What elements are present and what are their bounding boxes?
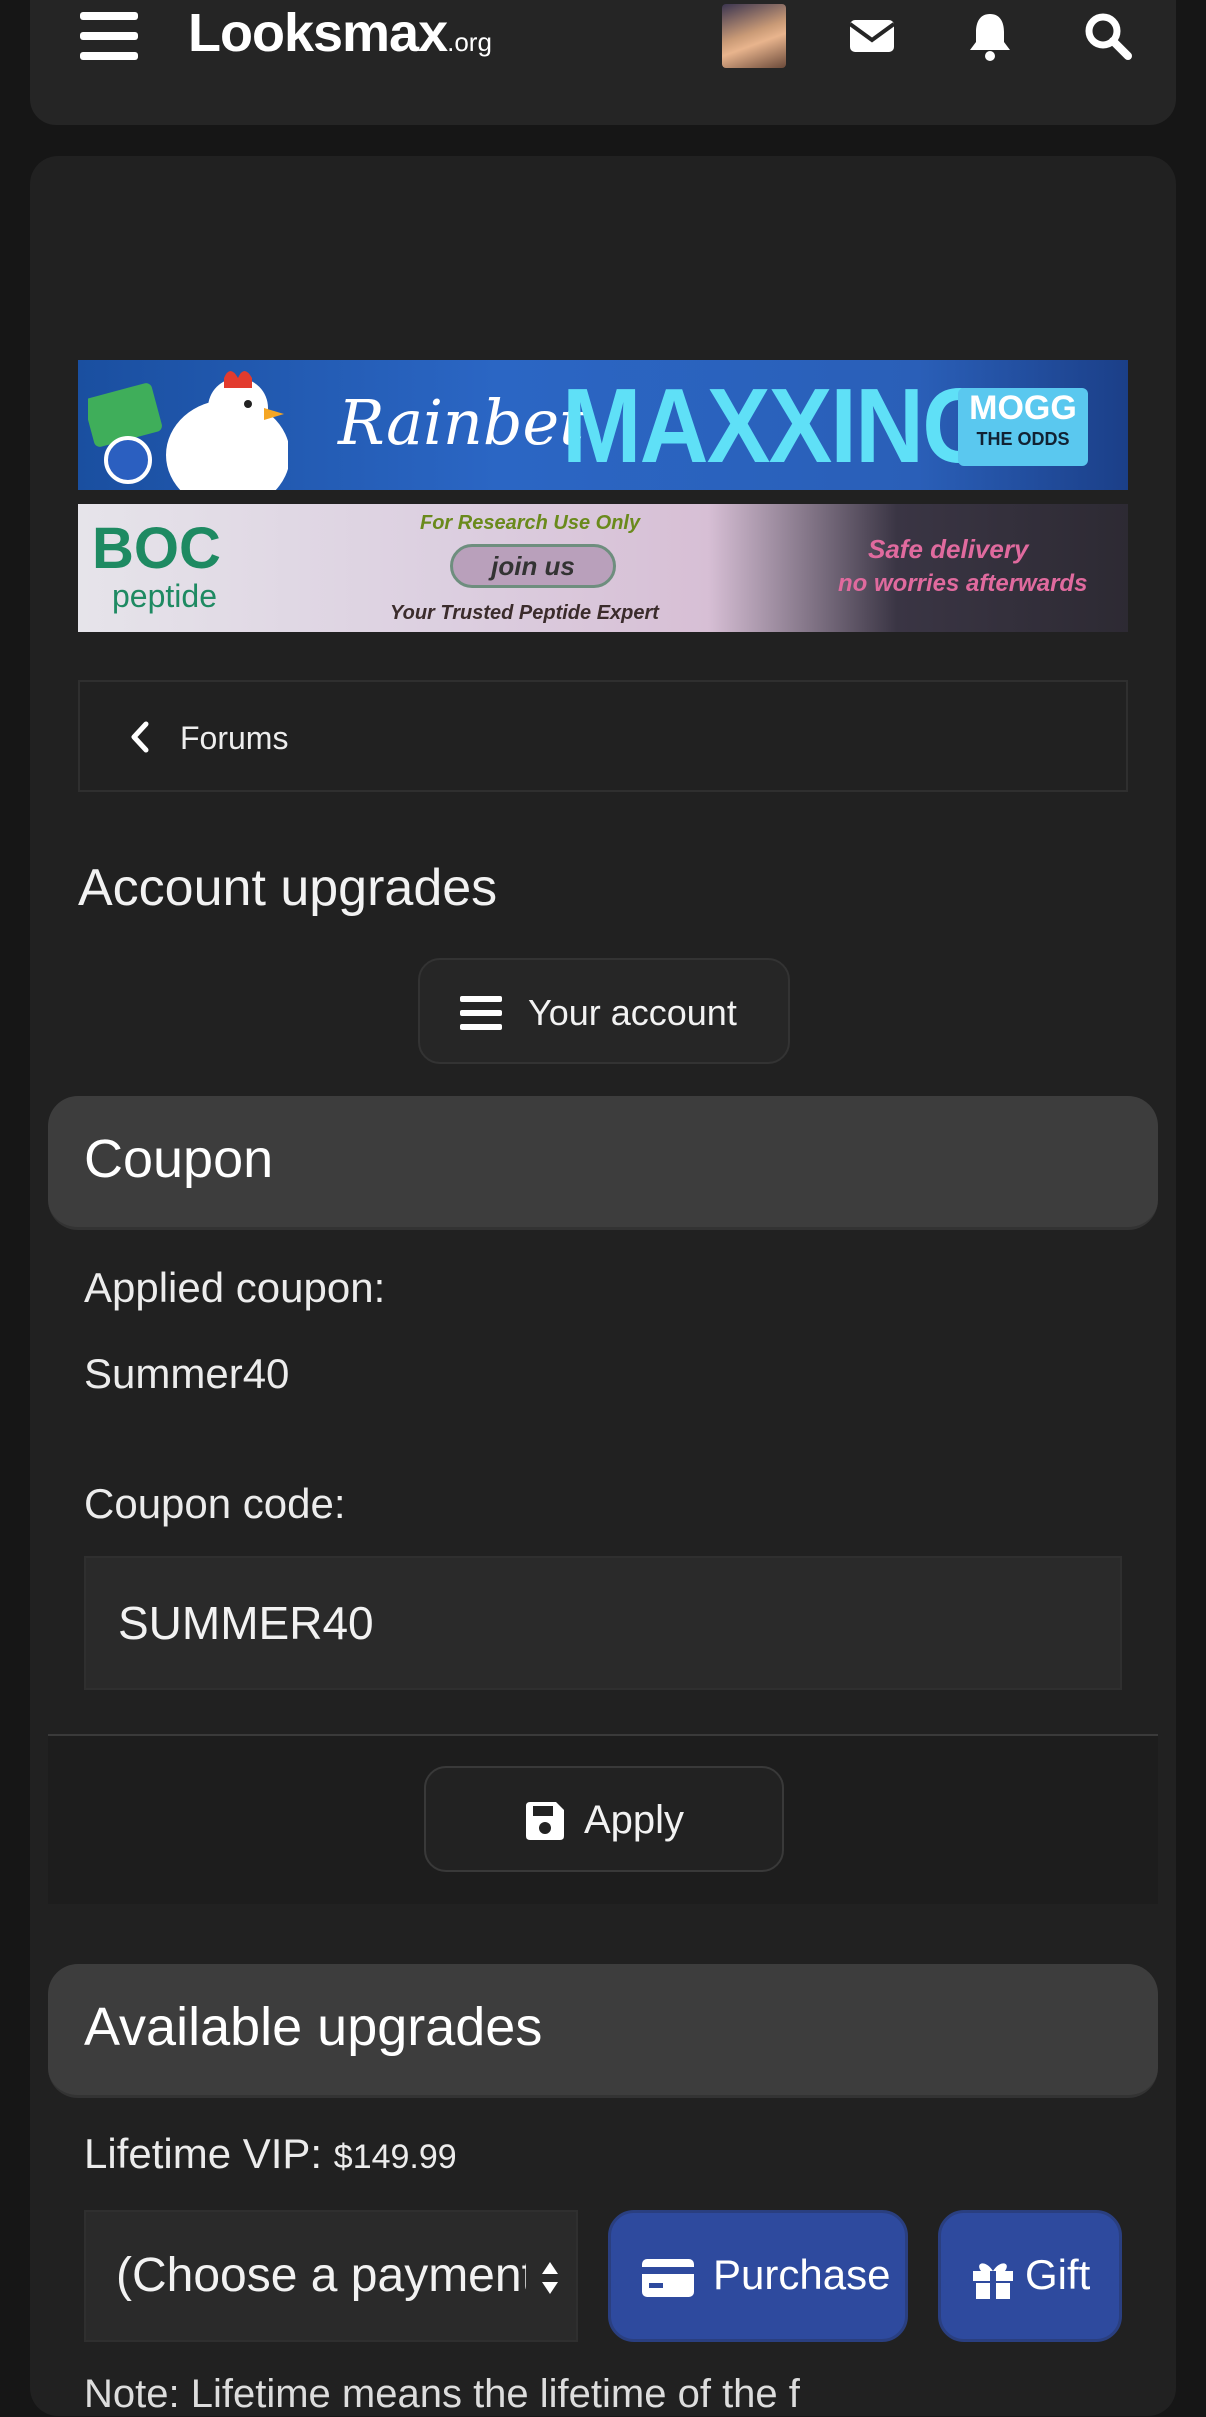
boc-worries: no worries afterwards (838, 570, 1088, 597)
purchase-label: Purchase (713, 2251, 891, 2298)
envelope-icon[interactable] (842, 6, 902, 66)
bell-icon[interactable] (960, 6, 1020, 66)
gift-icon (973, 2263, 1013, 2299)
save-icon (526, 1802, 564, 1840)
boc-safe-delivery: Safe delivery (868, 534, 1029, 564)
purchase-button[interactable]: Purchase (608, 2210, 908, 2342)
chevron-left-icon (131, 721, 149, 753)
menu-icon[interactable] (80, 12, 138, 62)
page-title: Account upgrades (78, 859, 498, 917)
upgrade-price: $149.99 (333, 2138, 457, 2176)
coupon-heading: Coupon (84, 1129, 274, 1189)
rainbet-brand: Rainbet (338, 386, 585, 459)
upgrades-heading: Available upgrades (84, 1997, 543, 2057)
your-account-label: Your account (528, 992, 737, 1033)
rainbet-badge-line1: MOGG (969, 389, 1077, 427)
applied-coupon-value: Summer40 (84, 1350, 290, 1397)
chicken-mascot-icon (88, 371, 288, 490)
boc-peptide-ad-banner[interactable]: BOC peptide For Research Use Only join u… (78, 504, 1128, 632)
boc-tagline: Your Trusted Peptide Expert (390, 602, 659, 624)
search-icon[interactable] (1078, 6, 1138, 66)
breadcrumb[interactable]: Forums (78, 680, 1128, 792)
logo-text: Looksmax (188, 3, 448, 63)
select-arrows-icon (542, 2262, 558, 2294)
upgrade-note: Note: Lifetime means the lifetime of the… (84, 2372, 800, 2416)
logo-suffix: .org (447, 27, 492, 57)
apply-button[interactable]: Apply (424, 1766, 784, 1872)
rainbet-headline: MAXXING (562, 367, 996, 485)
boc-brand-sub: peptide (112, 578, 217, 614)
breadcrumb-forums-link[interactable]: Forums (180, 720, 288, 757)
gift-button[interactable]: Gift (938, 2210, 1122, 2342)
credit-card-icon (642, 2259, 694, 2297)
coupon-code-input[interactable]: SUMMER40 (84, 1556, 1122, 1690)
coupon-block-header: Coupon (48, 1096, 1158, 1230)
coupon-code-label: Coupon code: (84, 1480, 346, 1527)
upgrade-name: Lifetime VIP: (84, 2130, 323, 2177)
upgrades-block-header: Available upgrades (48, 1964, 1158, 2098)
boc-join-button: join us (450, 544, 616, 588)
rainbet-badge-line2: THE ODDS (976, 429, 1070, 449)
payment-method-value: (Choose a payment (116, 2249, 526, 2302)
boc-research-note: For Research Use Only (420, 512, 641, 534)
avatar[interactable] (722, 4, 786, 68)
upgrade-title: Lifetime VIP: $149.99 (84, 2130, 457, 2178)
your-account-button[interactable]: Your account (418, 958, 790, 1064)
rainbet-ad-banner[interactable]: Rainbet MAXXING MOGG THE ODDS (78, 360, 1128, 490)
applied-coupon-label: Applied coupon: (84, 1264, 386, 1311)
boc-brand: BOC (92, 516, 221, 581)
list-icon (460, 996, 502, 1030)
gift-label: Gift (1025, 2251, 1091, 2298)
rainbet-badge: MOGG THE ODDS (958, 388, 1088, 466)
apply-label: Apply (584, 1798, 685, 1842)
payment-method-select[interactable]: (Choose a payment (84, 2210, 578, 2342)
top-navbar: Looksmax.org (30, 0, 1176, 125)
site-logo[interactable]: Looksmax.org (188, 2, 492, 64)
